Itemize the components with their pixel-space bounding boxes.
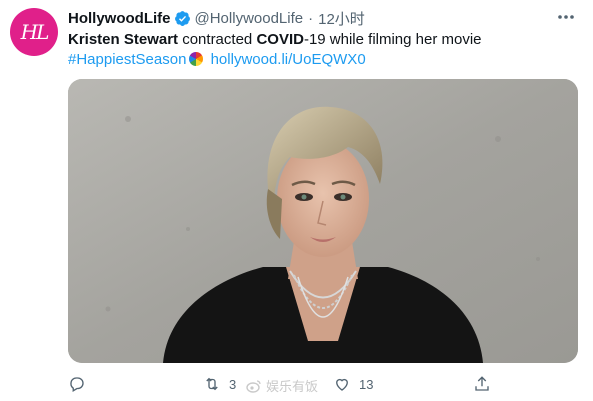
author-handle[interactable]: @HollywoodLife: [195, 10, 304, 27]
weibo-logo-icon: [246, 379, 261, 393]
watermark-text: 娱乐有饭: [266, 379, 319, 394]
share-icon: [475, 376, 489, 391]
photo-illustration: [68, 79, 578, 363]
tweet-header: HollywoodLife @HollywoodLife · 12小时: [68, 8, 365, 28]
retweet-icon: [206, 377, 218, 391]
heart-icon: [336, 378, 348, 391]
tweet-photo[interactable]: [68, 79, 578, 363]
hashtag-link[interactable]: #HappiestSeason: [68, 51, 186, 68]
tweet-line-1: Kristen Stewart contracted COVID-19 whil…: [68, 30, 578, 50]
separator-dot: ·: [308, 9, 314, 27]
text-segment-2: -19 while filming her movie: [303, 31, 482, 48]
avatar-logo-text: HL: [20, 20, 50, 44]
bold-covid: COVID: [256, 31, 304, 48]
timestamp[interactable]: 12小时: [318, 8, 365, 29]
share-button[interactable]: [473, 373, 491, 395]
verified-badge-icon: [174, 10, 190, 26]
tweet-line-2: #HappiestSeason hollywood.li/UoEQWX0: [68, 50, 578, 70]
weibo-watermark: 娱乐有饭: [246, 376, 318, 395]
reply-button[interactable]: [68, 373, 94, 395]
like-count: 13: [359, 376, 374, 392]
reply-icon: [70, 377, 84, 392]
bold-name: Kristen Stewart: [68, 31, 179, 48]
more-options-icon[interactable]: [555, 10, 577, 24]
retweet-count: 3: [229, 376, 237, 392]
like-button[interactable]: 13: [333, 373, 373, 395]
tweet-text: Kristen Stewart contracted COVID-19 whil…: [68, 30, 578, 70]
display-name[interactable]: HollywoodLife: [68, 10, 171, 27]
text-segment-1: contracted: [178, 31, 257, 48]
tweet-card[interactable]: HL HollywoodLife @HollywoodLife · 12小时 K…: [0, 0, 593, 401]
url-link[interactable]: hollywood.li/UoEQWX0: [211, 51, 366, 68]
rainbow-ball-emoji-icon: [189, 52, 204, 66]
avatar[interactable]: HL: [10, 8, 58, 56]
retweet-button[interactable]: 3: [203, 373, 236, 395]
